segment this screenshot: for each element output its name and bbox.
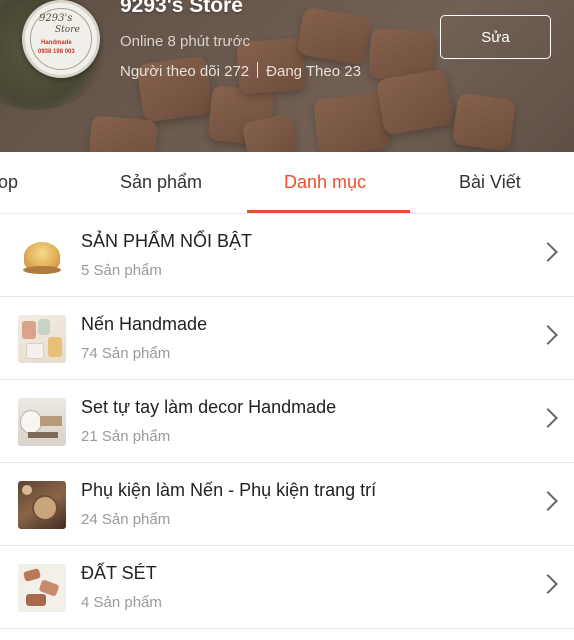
category-count: 74 Sản phẩm — [81, 345, 171, 362]
logo-phone: 0938 198 003 — [38, 49, 75, 55]
category-title: SẢN PHẨM NỔI BẬT — [81, 231, 253, 251]
chevron-right-icon — [538, 325, 558, 345]
category-row-clay[interactable]: ĐẤT SÉT 4 Sản phẩm — [0, 546, 574, 629]
category-thumbnail — [18, 232, 66, 280]
category-thumbnail — [18, 398, 66, 446]
store-logo[interactable]: 9293's Store Handmade 0938 198 003 — [22, 0, 100, 78]
category-title: ĐẤT SÉT — [81, 563, 157, 583]
following-count[interactable]: Đang Theo 23 — [266, 63, 361, 80]
chevron-right-icon — [538, 408, 558, 428]
category-title: Set tự tay làm decor Handmade — [81, 397, 337, 417]
category-row-diy-sets[interactable]: Set tự tay làm decor Handmade 21 Sản phẩ… — [0, 380, 574, 463]
category-thumbnail — [18, 564, 66, 612]
category-count: 24 Sản phẩm — [81, 511, 171, 528]
logo-line1: 9293's — [39, 13, 73, 24]
tab-categories[interactable]: Danh mục — [284, 172, 366, 193]
shop-tabs: op Sản phẩm Danh mục Bài Viết — [0, 152, 574, 214]
logo-line2: Store — [55, 25, 80, 35]
chevron-right-icon — [538, 491, 558, 511]
category-row-featured[interactable]: SẢN PHẨM NỔI BẬT 5 Sản phẩm — [0, 214, 574, 297]
edit-button[interactable]: Sửa — [440, 15, 551, 59]
follow-stats: Người theo dõi 272 Đang Theo 23 — [120, 62, 361, 80]
category-thumbnail — [18, 315, 66, 363]
category-thumbnail — [18, 481, 66, 529]
online-status: Online 8 phút trước — [120, 33, 250, 50]
logo-red-line: Handmade — [41, 40, 72, 46]
tab-shop[interactable]: op — [0, 172, 18, 193]
category-title: Nến Handmade — [81, 314, 208, 334]
chevron-right-icon — [538, 242, 558, 262]
category-list: SẢN PHẨM NỔI BẬT 5 Sản phẩm Nến Handmade… — [0, 214, 574, 629]
followers-count[interactable]: Người theo dõi 272 — [120, 63, 249, 80]
category-row-accessories[interactable]: Phụ kiện làm Nến - Phụ kiện trang trí 24… — [0, 463, 574, 546]
stats-divider — [257, 62, 259, 78]
category-count: 21 Sản phẩm — [81, 428, 171, 445]
active-tab-indicator — [247, 210, 410, 213]
category-count: 4 Sản phẩm — [81, 594, 162, 611]
shop-header: 9293's Store Handmade 0938 198 003 9293'… — [0, 0, 574, 152]
store-name: 9293's Store — [120, 0, 243, 17]
category-title: Phụ kiện làm Nến - Phụ kiện trang trí — [81, 480, 377, 500]
category-count: 5 Sản phẩm — [81, 262, 162, 279]
chevron-right-icon — [538, 574, 558, 594]
tab-posts[interactable]: Bài Viết — [459, 172, 521, 193]
tab-products[interactable]: Sản phẩm — [120, 172, 202, 193]
category-row-candles[interactable]: Nến Handmade 74 Sản phẩm — [0, 297, 574, 380]
